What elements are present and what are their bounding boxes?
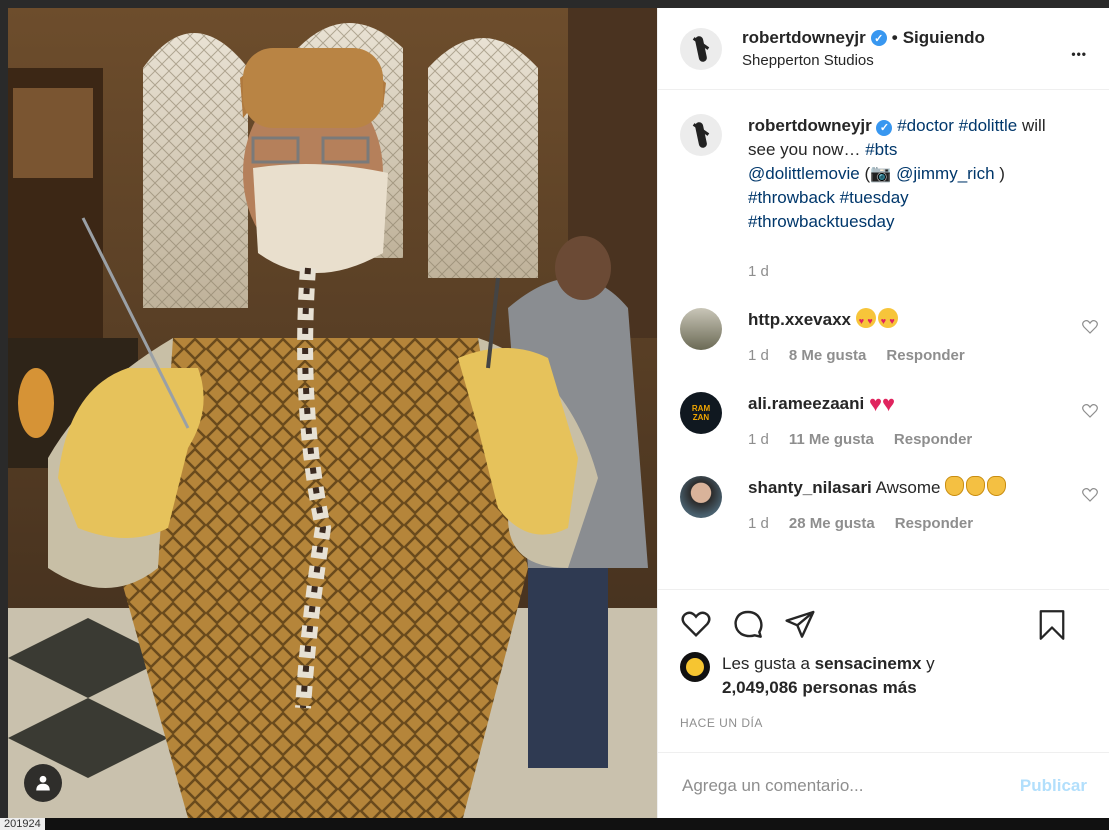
post-photo[interactable] — [8, 8, 657, 818]
more-icon: ••• — [1071, 47, 1087, 61]
comment-time: 1 d — [748, 347, 769, 364]
liker-username[interactable]: sensacinemx — [815, 654, 922, 673]
header-separator: • — [891, 28, 898, 47]
commenter-avatar[interactable]: RAM ZAN — [680, 392, 722, 434]
action-icons — [680, 604, 1087, 644]
post-modal: robertdowneyjr ✓ • Siguiendo Shepperton … — [8, 8, 1109, 818]
red-heart-emoji: ♥ — [868, 391, 883, 416]
publish-button[interactable]: Publicar — [1020, 776, 1087, 796]
reply-button[interactable]: Responder — [886, 344, 964, 368]
heart-icon[interactable] — [1081, 402, 1099, 420]
heart-icon[interactable] — [680, 608, 712, 640]
comment-likes[interactable]: 28 Me gusta — [789, 512, 875, 536]
backdrop-strip — [0, 818, 1109, 830]
heart-icon[interactable] — [1081, 486, 1099, 504]
caption-avatar[interactable] — [680, 114, 722, 156]
reply-button[interactable]: Responder — [895, 512, 973, 536]
comment-likes[interactable]: 8 Me gusta — [789, 344, 867, 368]
photo-illustration — [8, 8, 657, 818]
caption-body: robertdowneyjr ✓ #doctor #dolittle will … — [748, 114, 1069, 284]
caption: robertdowneyjr ✓ #doctor #dolittle will … — [680, 114, 1069, 284]
user-tag-icon — [36, 775, 50, 791]
avatar-text: RAM ZAN — [691, 404, 711, 422]
post-header: robertdowneyjr ✓ • Siguiendo Shepperton … — [658, 8, 1109, 90]
likes-summary: Les gusta a sensacinemx y 2,049,086 pers… — [680, 652, 1087, 700]
bookmark-icon[interactable] — [1037, 608, 1067, 642]
follow-button[interactable]: Siguiendo — [903, 28, 985, 48]
hashtag-throwback[interactable]: #throwback — [748, 188, 835, 207]
post-side-panel: robertdowneyjr ✓ • Siguiendo Shepperton … — [657, 8, 1109, 818]
hashtag-tuesday[interactable]: #tuesday — [840, 188, 909, 207]
comment-item: RAM ZAN ali.rameezaani ♥♥ 1 d 11 Me gust… — [680, 392, 1098, 452]
comment-body: shanty_nilasari Awsome 1 d 28 Me gusta R… — [748, 476, 1069, 536]
hashtag-dolittle[interactable]: #dolittle — [959, 116, 1018, 135]
heart-eyes-emoji — [877, 308, 898, 333]
post-location[interactable]: Shepperton Studios — [742, 52, 985, 69]
author-username[interactable]: robertdowneyjr — [742, 28, 866, 48]
verified-icon: ✓ — [870, 30, 887, 46]
hashtag-throwbacktuesday[interactable]: #throwbacktuesday — [748, 212, 894, 231]
comment-input[interactable] — [680, 774, 1020, 797]
comment-icon[interactable] — [732, 608, 764, 640]
comment-time: 1 d — [748, 431, 769, 448]
camera-icon: 📷 — [870, 164, 892, 183]
likes-connector: y — [926, 654, 935, 673]
caption-paren-close: ) — [999, 164, 1005, 183]
comment-username[interactable]: ali.rameezaani — [748, 394, 864, 413]
comment-body: http.xxevaxx 1 d 8 Me gusta Responder — [748, 308, 1069, 368]
comment-item: shanty_nilasari Awsome 1 d 28 Me gusta R… — [680, 476, 1098, 536]
author-avatar[interactable] — [680, 27, 722, 70]
commenter-avatar[interactable] — [680, 476, 722, 518]
backdrop-text: 201924 — [0, 818, 45, 830]
clap-emoji — [987, 476, 1007, 496]
hashtag-doctor[interactable]: #doctor — [897, 116, 954, 135]
author-info: robertdowneyjr ✓ • Siguiendo Shepperton … — [742, 28, 985, 69]
comment-username[interactable]: shanty_nilasari — [748, 478, 872, 497]
liker-avatar[interactable] — [680, 652, 710, 682]
clap-emoji — [945, 476, 965, 496]
comment-item: http.xxevaxx 1 d 8 Me gusta Responder — [680, 308, 1098, 368]
mention-jimmy-rich[interactable]: @jimmy_rich — [896, 164, 994, 183]
heart-icon[interactable] — [1081, 318, 1099, 336]
caption-username[interactable]: robertdowneyjr — [748, 116, 872, 135]
reply-button[interactable]: Responder — [894, 428, 972, 452]
comment-username[interactable]: http.xxevaxx — [748, 310, 851, 329]
hashtag-bts[interactable]: #bts — [865, 140, 897, 159]
share-icon[interactable] — [784, 608, 816, 640]
add-comment-bar: Publicar — [658, 752, 1109, 818]
red-heart-emoji: ♥ — [882, 391, 896, 416]
clap-emoji — [966, 476, 986, 496]
post-actions: Les gusta a sensacinemx y 2,049,086 pers… — [658, 589, 1109, 730]
likes-prefix: Les gusta a — [722, 654, 810, 673]
comment-likes[interactable]: 11 Me gusta — [789, 428, 874, 452]
caption-time: 1 d — [748, 263, 769, 280]
comment-body: ali.rameezaani ♥♥ 1 d 11 Me gusta Respon… — [748, 392, 1069, 452]
verified-icon: ✓ — [876, 120, 893, 136]
mention-dolittlemovie[interactable]: @dolittlemovie — [748, 164, 860, 183]
more-options-button[interactable]: ••• — [1071, 38, 1087, 64]
post-timestamp[interactable]: HACE UN DÍA — [680, 716, 1087, 730]
likes-count[interactable]: 2,049,086 personas más — [722, 678, 917, 697]
comments-list[interactable]: robertdowneyjr ✓ #doctor #dolittle will … — [658, 90, 1109, 589]
heart-eyes-emoji — [855, 308, 876, 333]
commenter-avatar[interactable] — [680, 308, 722, 350]
comment-time: 1 d — [748, 515, 769, 532]
user-tag-button[interactable] — [24, 764, 62, 802]
comment-text: Awsome — [875, 478, 941, 497]
